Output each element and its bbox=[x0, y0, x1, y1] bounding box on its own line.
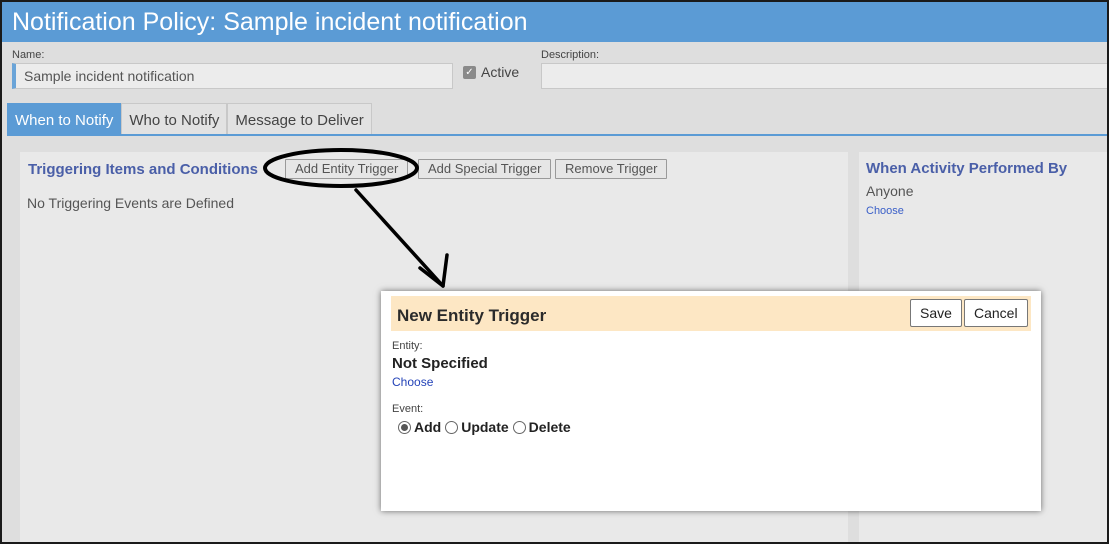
cancel-button[interactable]: Cancel bbox=[964, 299, 1028, 327]
entity-value: Not Specified bbox=[392, 355, 488, 372]
event-option-delete[interactable]: Delete bbox=[512, 419, 571, 435]
remove-trigger-button[interactable]: Remove Trigger bbox=[555, 159, 668, 179]
active-checkbox[interactable]: ✓ Active bbox=[463, 64, 519, 80]
add-special-trigger-button[interactable]: Add Special Trigger bbox=[418, 159, 552, 179]
event-option-add[interactable]: Add bbox=[398, 419, 441, 435]
tab-divider bbox=[7, 134, 1107, 136]
checkmark-icon[interactable]: ✓ bbox=[463, 65, 476, 79]
radio-unselected-icon[interactable] bbox=[445, 420, 459, 434]
entity-choose-link[interactable]: Choose bbox=[392, 375, 433, 389]
name-label: Name: bbox=[12, 49, 45, 61]
triggers-heading: Triggering Items and Conditions bbox=[28, 161, 259, 178]
new-entity-trigger-dialog: New Entity Trigger Save Cancel Entity: N… bbox=[381, 291, 1041, 511]
tab-who-to-notify[interactable]: Who to Notify bbox=[121, 103, 228, 135]
tab-bar: When to Notify Who to Notify Message to … bbox=[7, 103, 372, 135]
description-label: Description: bbox=[541, 49, 600, 61]
tab-message-to-deliver[interactable]: Message to Deliver bbox=[227, 103, 372, 135]
event-option-label: Update bbox=[461, 419, 509, 435]
add-entity-trigger-button[interactable]: Add Entity Trigger bbox=[285, 159, 409, 179]
dialog-title: New Entity Trigger bbox=[397, 306, 547, 325]
no-triggers-message: No Triggering Events are Defined bbox=[27, 195, 234, 211]
save-button[interactable]: Save bbox=[910, 299, 962, 327]
tab-when-to-notify[interactable]: When to Notify bbox=[7, 103, 122, 135]
event-option-label: Add bbox=[414, 419, 442, 435]
radio-selected-icon[interactable] bbox=[398, 420, 411, 434]
event-label: Event: bbox=[392, 403, 424, 415]
activity-heading: When Activity Performed By bbox=[866, 160, 1068, 177]
activity-value: Anyone bbox=[866, 183, 914, 199]
page-title: Notification Policy: Sample incident not… bbox=[2, 2, 1107, 42]
entity-label: Entity: bbox=[392, 340, 423, 352]
radio-unselected-icon[interactable] bbox=[512, 420, 526, 434]
event-option-update[interactable]: Update bbox=[445, 419, 509, 435]
name-input[interactable] bbox=[12, 63, 453, 89]
description-input[interactable] bbox=[541, 63, 1107, 89]
dialog-header: New Entity Trigger Save Cancel bbox=[391, 296, 1031, 331]
activity-choose-link[interactable]: Choose bbox=[866, 205, 904, 217]
active-label: Active bbox=[481, 64, 520, 80]
event-radio-group: Add Update Delete bbox=[398, 419, 575, 435]
event-option-label: Delete bbox=[528, 419, 571, 435]
